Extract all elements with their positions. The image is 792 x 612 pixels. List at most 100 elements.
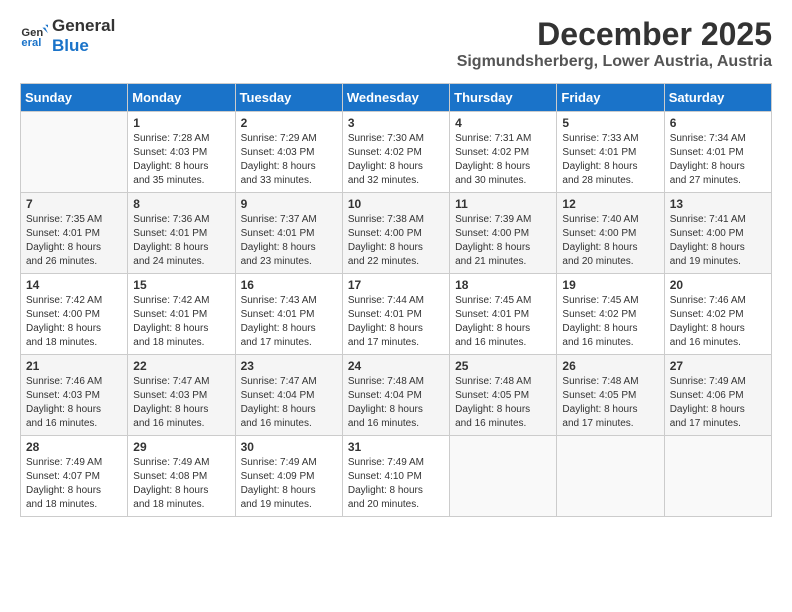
calendar-cell: 20 Sunrise: 7:46 AM Sunset: 4:02 PM Dayli… [664, 274, 771, 355]
title-section: December 2025 Sigmundsherberg, Lower Aus… [457, 16, 772, 71]
day-number: 5 [562, 116, 658, 130]
calendar-cell: 10 Sunrise: 7:38 AM Sunset: 4:00 PM Dayli… [342, 193, 449, 274]
cell-content: Sunrise: 7:30 AM Sunset: 4:02 PM Dayligh… [348, 132, 444, 188]
weekday-header: Monday [128, 84, 235, 112]
cell-content: Sunrise: 7:44 AM Sunset: 4:01 PM Dayligh… [348, 294, 444, 350]
cell-content: Sunrise: 7:47 AM Sunset: 4:03 PM Dayligh… [133, 375, 229, 431]
calendar-cell: 29Sunrise: 7:49 AM Sunset: 4:08 PM Dayli… [128, 436, 235, 517]
day-number: 24 [348, 359, 444, 373]
day-number: 14 [26, 278, 122, 292]
calendar-cell: 17Sunrise: 7:44 AM Sunset: 4:01 PM Dayli… [342, 274, 449, 355]
weekday-header: Thursday [450, 84, 557, 112]
calendar-header-row: SundayMondayTuesdayWednesdayThursdayFrid… [21, 84, 772, 112]
cell-content: Sunrise: 7:49 AM Sunset: 4:10 PM Dayligh… [348, 456, 444, 512]
cell-content: Sunrise: 7:33 AM Sunset: 4:01 PM Dayligh… [562, 132, 658, 188]
calendar-cell: 13 Sunrise: 7:41 AM Sunset: 4:00 PM Dayli… [664, 193, 771, 274]
calendar-cell: 31 Sunrise: 7:49 AM Sunset: 4:10 PM Dayli… [342, 436, 449, 517]
calendar-cell: 2 Sunrise: 7:29 AM Sunset: 4:03 PM Daylig… [235, 112, 342, 193]
cell-content: Sunrise: 7:35 AM Sunset: 4:01 PM Dayligh… [26, 213, 122, 269]
header: Gen eral General Blue December 2025 Sigm… [20, 16, 772, 71]
cell-content: Sunrise: 7:49 AM Sunset: 4:07 PM Dayligh… [26, 456, 122, 512]
cell-content: Sunrise: 7:34 AM Sunset: 4:01 PM Dayligh… [670, 132, 766, 188]
calendar-week-row: 7 Sunrise: 7:35 AM Sunset: 4:01 PM Daylig… [21, 193, 772, 274]
calendar-cell: 16 Sunrise: 7:43 AM Sunset: 4:01 PM Dayli… [235, 274, 342, 355]
calendar-cell [664, 436, 771, 517]
day-number: 30 [241, 440, 337, 454]
calendar-cell: 12 Sunrise: 7:40 AM Sunset: 4:00 PM Dayli… [557, 193, 664, 274]
calendar-cell: 18 Sunrise: 7:45 AM Sunset: 4:01 PM Dayli… [450, 274, 557, 355]
weekday-header: Sunday [21, 84, 128, 112]
day-number: 13 [670, 197, 766, 211]
day-number: 27 [670, 359, 766, 373]
day-number: 28 [26, 440, 122, 454]
location-title: Sigmundsherberg, Lower Austria, Austria [457, 53, 772, 71]
cell-content: Sunrise: 7:42 AM Sunset: 4:00 PM Dayligh… [26, 294, 122, 350]
day-number: 26 [562, 359, 658, 373]
calendar-cell: 19 Sunrise: 7:45 AM Sunset: 4:02 PM Dayli… [557, 274, 664, 355]
day-number: 10 [348, 197, 444, 211]
logo: Gen eral General Blue [20, 16, 115, 57]
day-number: 23 [241, 359, 337, 373]
day-number: 20 [670, 278, 766, 292]
logo-icon: Gen eral [20, 22, 48, 50]
calendar-table: SundayMondayTuesdayWednesdayThursdayFrid… [20, 83, 772, 517]
day-number: 29 [133, 440, 229, 454]
weekday-header: Wednesday [342, 84, 449, 112]
day-number: 6 [670, 116, 766, 130]
calendar-cell: 5 Sunrise: 7:33 AM Sunset: 4:01 PM Daylig… [557, 112, 664, 193]
svg-text:eral: eral [21, 37, 41, 49]
cell-content: Sunrise: 7:40 AM Sunset: 4:00 PM Dayligh… [562, 213, 658, 269]
calendar-cell: 28 Sunrise: 7:49 AM Sunset: 4:07 PM Dayli… [21, 436, 128, 517]
calendar-week-row: 1Sunrise: 7:28 AM Sunset: 4:03 PM Daylig… [21, 112, 772, 193]
day-number: 19 [562, 278, 658, 292]
calendar-cell [557, 436, 664, 517]
cell-content: Sunrise: 7:37 AM Sunset: 4:01 PM Dayligh… [241, 213, 337, 269]
calendar-cell: 24 Sunrise: 7:48 AM Sunset: 4:04 PM Dayli… [342, 355, 449, 436]
day-number: 8 [133, 197, 229, 211]
day-number: 12 [562, 197, 658, 211]
cell-content: Sunrise: 7:41 AM Sunset: 4:00 PM Dayligh… [670, 213, 766, 269]
day-number: 31 [348, 440, 444, 454]
cell-content: Sunrise: 7:29 AM Sunset: 4:03 PM Dayligh… [241, 132, 337, 188]
day-number: 4 [455, 116, 551, 130]
calendar-cell: 6 Sunrise: 7:34 AM Sunset: 4:01 PM Daylig… [664, 112, 771, 193]
day-number: 2 [241, 116, 337, 130]
cell-content: Sunrise: 7:43 AM Sunset: 4:01 PM Dayligh… [241, 294, 337, 350]
calendar-cell: 4 Sunrise: 7:31 AM Sunset: 4:02 PM Daylig… [450, 112, 557, 193]
cell-content: Sunrise: 7:39 AM Sunset: 4:00 PM Dayligh… [455, 213, 551, 269]
calendar-cell: 15 Sunrise: 7:42 AM Sunset: 4:01 PM Dayli… [128, 274, 235, 355]
calendar-cell: 21 Sunrise: 7:46 AM Sunset: 4:03 PM Dayli… [21, 355, 128, 436]
cell-content: Sunrise: 7:49 AM Sunset: 4:06 PM Dayligh… [670, 375, 766, 431]
day-number: 22 [133, 359, 229, 373]
cell-content: Sunrise: 7:42 AM Sunset: 4:01 PM Dayligh… [133, 294, 229, 350]
cell-content: Sunrise: 7:31 AM Sunset: 4:02 PM Dayligh… [455, 132, 551, 188]
calendar-cell: 9Sunrise: 7:37 AM Sunset: 4:01 PM Daylig… [235, 193, 342, 274]
weekday-header: Saturday [664, 84, 771, 112]
day-number: 18 [455, 278, 551, 292]
cell-content: Sunrise: 7:48 AM Sunset: 4:04 PM Dayligh… [348, 375, 444, 431]
calendar-cell: 25Sunrise: 7:48 AM Sunset: 4:05 PM Dayli… [450, 355, 557, 436]
cell-content: Sunrise: 7:46 AM Sunset: 4:03 PM Dayligh… [26, 375, 122, 431]
calendar-cell [450, 436, 557, 517]
day-number: 15 [133, 278, 229, 292]
cell-content: Sunrise: 7:38 AM Sunset: 4:00 PM Dayligh… [348, 213, 444, 269]
day-number: 7 [26, 197, 122, 211]
cell-content: Sunrise: 7:48 AM Sunset: 4:05 PM Dayligh… [455, 375, 551, 431]
cell-content: Sunrise: 7:36 AM Sunset: 4:01 PM Dayligh… [133, 213, 229, 269]
cell-content: Sunrise: 7:46 AM Sunset: 4:02 PM Dayligh… [670, 294, 766, 350]
cell-content: Sunrise: 7:45 AM Sunset: 4:01 PM Dayligh… [455, 294, 551, 350]
weekday-header: Friday [557, 84, 664, 112]
weekday-header: Tuesday [235, 84, 342, 112]
cell-content: Sunrise: 7:49 AM Sunset: 4:09 PM Dayligh… [241, 456, 337, 512]
day-number: 3 [348, 116, 444, 130]
month-title: December 2025 [457, 16, 772, 53]
cell-content: Sunrise: 7:45 AM Sunset: 4:02 PM Dayligh… [562, 294, 658, 350]
calendar-cell: 30 Sunrise: 7:49 AM Sunset: 4:09 PM Dayli… [235, 436, 342, 517]
calendar-cell: 8 Sunrise: 7:36 AM Sunset: 4:01 PM Daylig… [128, 193, 235, 274]
day-number: 21 [26, 359, 122, 373]
calendar-cell: 27 Sunrise: 7:49 AM Sunset: 4:06 PM Dayli… [664, 355, 771, 436]
calendar-cell [21, 112, 128, 193]
logo-line1: General [52, 16, 115, 36]
day-number: 11 [455, 197, 551, 211]
day-number: 16 [241, 278, 337, 292]
